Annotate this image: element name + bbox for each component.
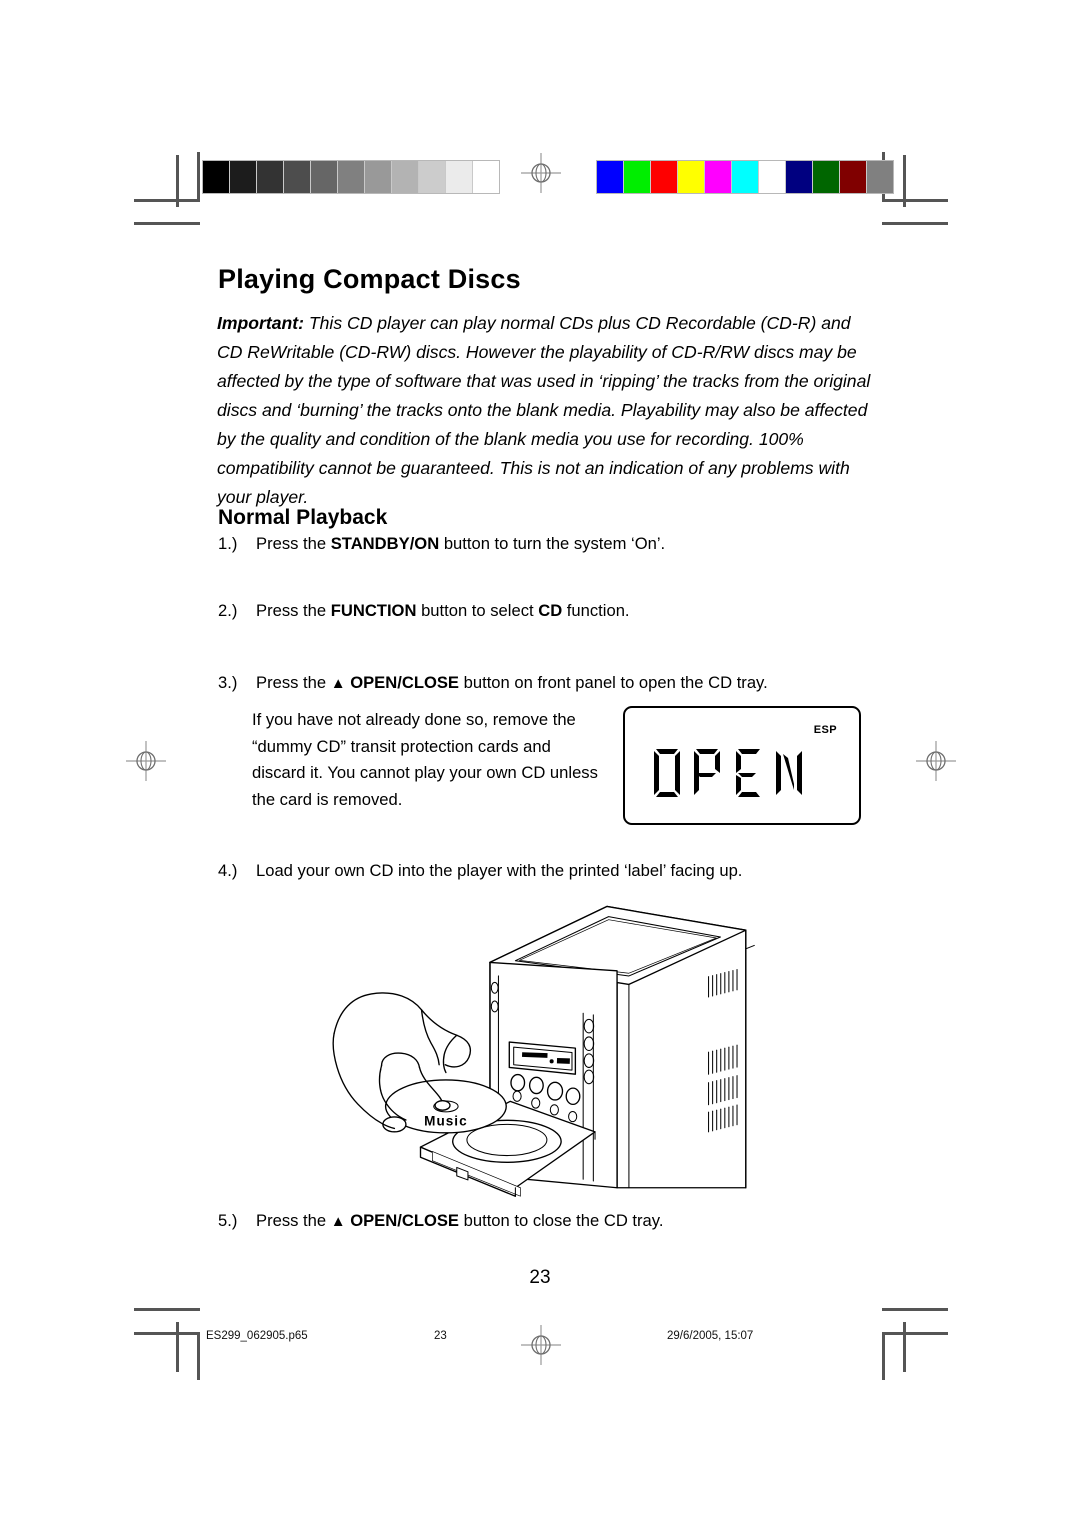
crop-mark-top-left bbox=[134, 152, 204, 225]
color-swatch bbox=[678, 161, 705, 193]
page-number: 23 bbox=[529, 1267, 551, 1288]
lcd-segment-glyphs bbox=[654, 749, 802, 797]
eject-icon: ▲ bbox=[330, 675, 346, 692]
note-line: If you have not already done so, remove … bbox=[252, 710, 576, 729]
lcd-display-panel: ESP bbox=[623, 706, 861, 825]
footer: ES299_062905.p65 23 29/6/2005, 15:07 bbox=[0, 1330, 1080, 1350]
note-remove-dummy-cd: If you have not already done so, remove … bbox=[252, 707, 600, 813]
gray-swatch bbox=[365, 161, 392, 193]
color-swatch bbox=[705, 161, 732, 193]
lcd-text-open bbox=[625, 744, 859, 811]
step-item-1: 1.) Press the STANDBY/ON button to turn t… bbox=[218, 533, 665, 555]
illustration-loading-cd: Music bbox=[330, 898, 755, 1203]
step-bold-cd: CD bbox=[538, 601, 563, 620]
note-line: discard it. You cannot play your own CD … bbox=[252, 763, 598, 783]
print-calibration-strip bbox=[0, 0, 1080, 230]
important-text: This CD player can play normal CDs plus … bbox=[217, 312, 871, 508]
trim-line-left bbox=[176, 155, 179, 207]
footer-file-name: ES299_062905.p65 bbox=[206, 1330, 308, 1342]
eject-icon: ▲ bbox=[330, 1213, 346, 1230]
step-text-pre: Press the bbox=[256, 534, 331, 553]
step-item-4: 4.) Load your own CD into the player with… bbox=[218, 860, 742, 882]
step-number: 3.) bbox=[218, 673, 238, 692]
step-number: 5.) bbox=[218, 1211, 238, 1230]
gray-swatch bbox=[257, 161, 284, 193]
section-heading-normal-playback: Normal Playback bbox=[218, 506, 388, 530]
note-line: the card is removed. bbox=[252, 789, 403, 809]
color-swatch bbox=[759, 161, 786, 193]
color-swatch bbox=[732, 161, 759, 193]
note-line: “dummy CD” transit protection cards and bbox=[252, 736, 551, 756]
color-swatch bbox=[813, 161, 840, 193]
gray-swatch bbox=[446, 161, 473, 193]
step-text-mid: button on front panel to open the CD tra… bbox=[459, 673, 768, 692]
color-calibration-bar bbox=[596, 160, 894, 194]
page-title: Playing Compact Discs bbox=[218, 264, 521, 295]
cd-label-text: Music bbox=[424, 1114, 467, 1129]
step-text-mid: button to select bbox=[416, 601, 539, 620]
step-number: 2.) bbox=[218, 601, 238, 620]
registration-mark-top bbox=[521, 153, 561, 193]
step-number: 1.) bbox=[218, 534, 238, 553]
step-text-pre: Press the bbox=[256, 673, 331, 692]
color-swatch bbox=[651, 161, 678, 193]
step-item-3: 3.) Press the ▲ OPEN/CLOSE button on fron… bbox=[218, 672, 768, 695]
registration-mark-right bbox=[916, 741, 956, 781]
footer-page-number: 23 bbox=[434, 1330, 447, 1342]
gray-swatch bbox=[311, 161, 338, 193]
trim-line-right bbox=[903, 155, 906, 207]
color-swatch bbox=[867, 161, 893, 193]
color-swatch bbox=[597, 161, 624, 193]
color-swatch bbox=[786, 161, 813, 193]
color-swatch bbox=[840, 161, 867, 193]
gray-swatch bbox=[392, 161, 419, 193]
footer-timestamp: 29/6/2005, 15:07 bbox=[667, 1330, 754, 1342]
gray-swatch bbox=[473, 161, 499, 193]
step-text-pre: Press the bbox=[256, 1211, 331, 1230]
esp-indicator-label: ESP bbox=[813, 724, 837, 736]
step-bold-standby-on: STANDBY/ON bbox=[330, 534, 440, 553]
grayscale-calibration-bar bbox=[202, 160, 500, 194]
step-text-mid: button to turn the system ‘On’. bbox=[439, 534, 666, 553]
step-text-pre: Press the bbox=[256, 601, 331, 620]
step-bold-open-close: OPEN/CLOSE bbox=[350, 673, 460, 692]
color-swatch bbox=[624, 161, 651, 193]
step-bold-function: FUNCTION bbox=[330, 601, 417, 620]
step-bold-open-close: OPEN/CLOSE bbox=[350, 1211, 460, 1230]
gray-swatch bbox=[203, 161, 230, 193]
gray-swatch bbox=[419, 161, 446, 193]
important-label: Important: bbox=[217, 312, 304, 333]
gray-swatch bbox=[284, 161, 311, 193]
important-paragraph: Important: This CD player can play norma… bbox=[217, 309, 877, 513]
step-text-post: function. bbox=[562, 601, 630, 620]
step-item-5: 5.) Press the ▲ OPEN/CLOSE button to clos… bbox=[218, 1210, 663, 1233]
registration-mark-left bbox=[126, 741, 166, 781]
gray-swatch bbox=[230, 161, 257, 193]
gray-swatch bbox=[338, 161, 365, 193]
step-text-mid: button to close the CD tray. bbox=[459, 1211, 664, 1230]
step-text-pre: Load your own CD into the player with th… bbox=[256, 861, 743, 880]
step-number: 4.) bbox=[218, 861, 238, 880]
step-item-2: 2.) Press the FUNCTION button to select C… bbox=[218, 600, 630, 622]
